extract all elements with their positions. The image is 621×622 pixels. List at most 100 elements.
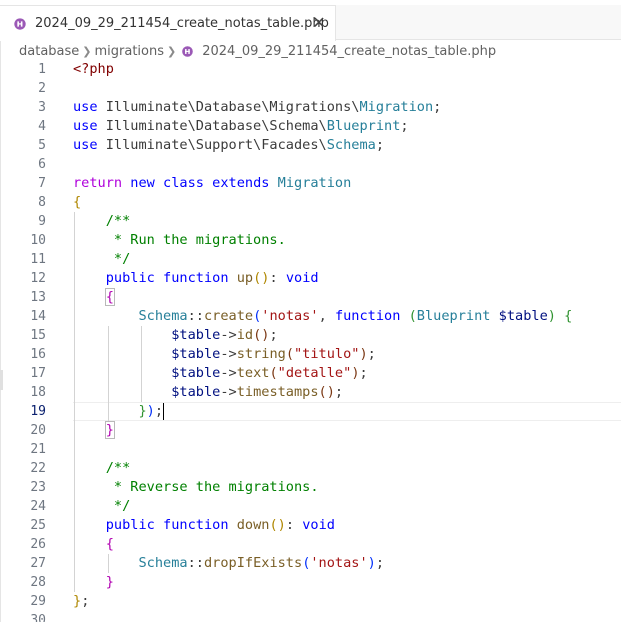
code-token: ) bbox=[547, 308, 556, 324]
code-line[interactable]: { bbox=[73, 193, 621, 212]
code-line[interactable]: Schema::create('notas', function (Bluepr… bbox=[73, 307, 621, 326]
line-number: 1 bbox=[38, 62, 46, 77]
code-token: return bbox=[73, 175, 123, 191]
code-line[interactable]: public function up(): void bbox=[73, 269, 621, 288]
code-token: dropIfExists bbox=[203, 555, 303, 571]
line-number: 12 bbox=[30, 271, 46, 286]
breadcrumb-item-migrations[interactable]: migrations bbox=[95, 44, 165, 59]
text-cursor bbox=[163, 402, 165, 420]
code-line[interactable]: return new class extends Migration bbox=[73, 174, 621, 193]
code-token: : bbox=[285, 517, 303, 533]
line-number: 6 bbox=[38, 157, 46, 172]
code-line[interactable]: }; bbox=[73, 592, 621, 611]
chevron-right-icon: ❯ bbox=[82, 44, 92, 58]
code-token: create bbox=[203, 308, 254, 324]
code-token: Illuminate\Database\Migrations\ bbox=[97, 99, 360, 115]
line-number: 3 bbox=[38, 100, 46, 115]
line-number: 20 bbox=[30, 423, 46, 438]
code-line[interactable] bbox=[73, 79, 621, 98]
code-token: Schema bbox=[326, 137, 376, 153]
code-token: $table bbox=[171, 365, 221, 381]
code-token: use bbox=[73, 118, 98, 134]
code-editor[interactable]: 1 2 3 4 5 6 7 8 9 10 11 12 13 14 15 16 17 18 19 20 21 22 23 24 2… bbox=[0, 60, 621, 622]
code-token: Migration bbox=[277, 175, 352, 191]
line-number: 11 bbox=[30, 252, 46, 267]
code-line[interactable]: } bbox=[73, 573, 621, 592]
code-line[interactable]: } bbox=[73, 421, 621, 440]
code-line[interactable]: <?php bbox=[73, 60, 621, 79]
code-token: ; bbox=[269, 327, 278, 343]
code-token: ; bbox=[334, 384, 344, 400]
code-token: ; bbox=[367, 346, 376, 362]
tab-bar: 2024_09_29_211454_create_notas_table.php… bbox=[0, 5, 621, 41]
code-token: up bbox=[236, 270, 254, 286]
code-token: ; bbox=[375, 555, 385, 571]
code-token: ; bbox=[400, 118, 409, 134]
code-line[interactable]: use Illuminate\Database\Schema\Blueprint… bbox=[73, 117, 621, 136]
code-token: ) bbox=[146, 403, 155, 419]
code-token: ; bbox=[359, 365, 368, 381]
code-line[interactable]: $table->string("titulo"); bbox=[73, 345, 621, 364]
code-token: */ bbox=[73, 498, 131, 514]
code-token: -> bbox=[220, 327, 237, 343]
code-line[interactable] bbox=[73, 155, 621, 174]
code-token: down bbox=[236, 517, 270, 533]
code-line[interactable] bbox=[73, 611, 621, 622]
code-line[interactable]: }); bbox=[73, 402, 621, 421]
breadcrumb-item-database[interactable]: database bbox=[19, 44, 79, 59]
code-lines[interactable]: <?php use Illuminate\Database\Migrations… bbox=[73, 60, 621, 622]
code-line[interactable]: /** bbox=[73, 212, 621, 231]
code-line[interactable]: */ bbox=[73, 497, 621, 516]
line-number: 21 bbox=[30, 442, 46, 457]
line-number: 28 bbox=[30, 575, 46, 590]
breadcrumb-item-file[interactable]: 2024_09_29_211454_create_notas_table.php bbox=[202, 44, 496, 59]
code-token: ; bbox=[81, 593, 90, 609]
code-token: Blueprint bbox=[416, 308, 491, 324]
code-token: Schema bbox=[138, 555, 188, 571]
line-number: 18 bbox=[30, 385, 46, 400]
code-token: Illuminate\Database\Schema\ bbox=[97, 118, 327, 134]
code-token: { bbox=[564, 308, 573, 324]
code-token: { bbox=[104, 288, 115, 306]
code-line[interactable]: { bbox=[73, 288, 621, 307]
code-token: -> bbox=[220, 384, 237, 400]
code-token: /** bbox=[73, 460, 131, 476]
close-icon[interactable]: ✕ bbox=[311, 15, 327, 31]
code-line[interactable]: $table->timestamps(); bbox=[73, 383, 621, 402]
code-line[interactable]: { bbox=[73, 535, 621, 554]
code-line[interactable]: $table->text("detalle"); bbox=[73, 364, 621, 383]
code-line[interactable]: use Illuminate\Database\Migrations\Migra… bbox=[73, 98, 621, 117]
code-line[interactable]: Schema::dropIfExists('notas'); bbox=[73, 554, 621, 573]
code-line[interactable]: */ bbox=[73, 250, 621, 269]
code-token: Illuminate\Support\Facades\ bbox=[97, 137, 327, 153]
code-token: extends bbox=[212, 175, 270, 191]
code-line[interactable]: use Illuminate\Support\Facades\Schema; bbox=[73, 136, 621, 155]
code-token: :: bbox=[187, 555, 204, 571]
code-token: string bbox=[236, 346, 286, 362]
code-line[interactable] bbox=[73, 440, 621, 459]
code-token: { bbox=[105, 536, 114, 552]
code-line[interactable]: $table->id(); bbox=[73, 326, 621, 345]
code-token: "titulo" bbox=[294, 346, 360, 362]
code-token: ( bbox=[408, 308, 417, 324]
code-token: ; bbox=[154, 403, 164, 419]
code-line[interactable]: * Reverse the migrations. bbox=[73, 478, 621, 497]
code-line[interactable]: * Run the migrations. bbox=[73, 231, 621, 250]
code-line[interactable]: /** bbox=[73, 459, 621, 478]
line-number: 5 bbox=[38, 138, 46, 153]
code-token: } bbox=[105, 574, 114, 590]
code-token: id bbox=[236, 327, 254, 343]
code-line[interactable]: public function down(): void bbox=[73, 516, 621, 535]
editor-tab-active[interactable]: 2024_09_29_211454_create_notas_table.php… bbox=[0, 5, 336, 41]
line-number: 27 bbox=[30, 556, 46, 571]
code-token: new bbox=[130, 175, 155, 191]
